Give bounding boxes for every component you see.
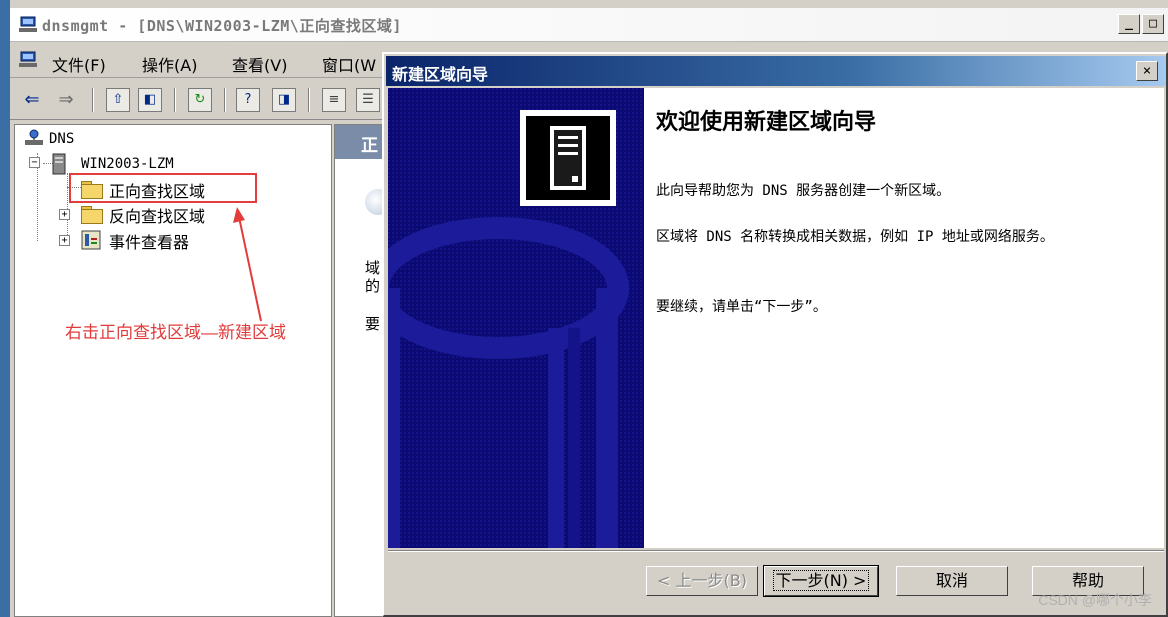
dns-app-icon xyxy=(19,16,37,32)
toolbar-separator xyxy=(308,88,310,112)
toolbar-separator xyxy=(92,88,94,112)
server-icon xyxy=(52,153,66,175)
menu-file[interactable]: 文件(F) xyxy=(52,52,106,76)
wizard-zone-description: 区域将 DNS 名称转换成相关数据，例如 IP 地址或网络服务。 xyxy=(656,229,1054,245)
toolbar-separator xyxy=(224,88,226,112)
result-text-3: 要 xyxy=(365,315,381,333)
wizard-banner-graphic xyxy=(388,88,644,548)
console-icon xyxy=(19,51,37,67)
properties-icon[interactable]: ◨ xyxy=(272,88,296,112)
list-icon[interactable]: ≡ xyxy=(322,88,346,112)
dns-manager-window: dnsmgmt - [DNS\WIN2003-LZM\正向查找区域] _ □ 文… xyxy=(0,0,1168,617)
watermark: CSDN @哪个小李 xyxy=(1038,592,1152,608)
minimize-button[interactable]: _ xyxy=(1118,14,1140,34)
wizard-footer-separator xyxy=(388,550,1164,552)
menu-view[interactable]: 查看(V) xyxy=(232,52,287,76)
annotation-text: 右击正向查找区域—新建区域 xyxy=(65,323,286,342)
details-icon[interactable]: ☰ xyxy=(356,88,380,112)
wizard-banner xyxy=(388,88,644,548)
back-button[interactable]: < 上一步(B) xyxy=(646,566,758,596)
wizard-intro-text: 此向导帮助您为 DNS 服务器创建一个新区域。 xyxy=(656,183,951,199)
tree-label-reverse-zone: 反向查找区域 xyxy=(109,207,206,226)
up-folder-icon[interactable]: ⇧ xyxy=(106,88,130,112)
tree-label-dns: DNS xyxy=(49,131,75,147)
restore-button[interactable]: □ xyxy=(1142,14,1164,34)
help-icon[interactable]: ? xyxy=(236,88,260,112)
forward-arrow-icon[interactable]: ⇒ xyxy=(54,88,78,112)
tree-label-server: WIN2003-LZM xyxy=(81,156,174,172)
highlight-box xyxy=(69,173,257,203)
wizard-continue-hint: 要继续，请单击“下一步”。 xyxy=(656,299,827,315)
toolbar-separator xyxy=(174,88,176,112)
cancel-button[interactable]: 取消 xyxy=(896,566,1008,596)
event-viewer-icon xyxy=(81,230,101,250)
event-viewer-expander[interactable]: + xyxy=(59,235,70,246)
desktop-strip xyxy=(0,0,10,617)
dns-node-icon xyxy=(25,129,43,145)
wizard-title-bar[interactable]: 新建区域向导 × xyxy=(386,56,1166,86)
wizard-title: 新建区域向导 xyxy=(392,65,489,84)
menu-window[interactable]: 窗口(W xyxy=(322,52,376,76)
reverse-zone-expander[interactable]: + xyxy=(59,209,70,220)
show-tree-icon[interactable]: ◧ xyxy=(138,88,162,112)
next-button[interactable]: 下一步(N) > xyxy=(763,565,879,597)
menu-action[interactable]: 操作(A) xyxy=(142,52,197,76)
wizard-content: 欢迎使用新建区域向导 此向导帮助您为 DNS 服务器创建一个新区域。 区域将 D… xyxy=(644,88,1164,548)
result-text-2: 的 xyxy=(365,277,381,295)
outer-window-title: dnsmgmt - [DNS\WIN2003-LZM\正向查找区域] xyxy=(42,17,402,35)
outer-title-bar[interactable]: dnsmgmt - [DNS\WIN2003-LZM\正向查找区域] _ □ xyxy=(10,8,1168,42)
folder-icon xyxy=(81,206,103,224)
tree-label-event-viewer: 事件查看器 xyxy=(109,233,190,252)
wizard-heading: 欢迎使用新建区域向导 xyxy=(656,110,877,135)
wizard-close-button[interactable]: × xyxy=(1136,61,1158,81)
annotation-arrow xyxy=(233,207,262,322)
refresh-icon[interactable]: ↻ xyxy=(188,88,212,112)
new-zone-wizard-dialog: 新建区域向导 × 欢迎使用新建区域向导 此向导帮助您为 DNS 服务器创建一个新… xyxy=(382,52,1168,617)
tree-connector xyxy=(67,173,68,239)
console-tree: DNS − WIN2003-LZM 正向查找区域 + 反向查找区域 + 事件查看… xyxy=(14,124,332,617)
next-button-label: 下一步(N) > xyxy=(772,570,870,591)
server-expander[interactable]: − xyxy=(29,157,40,168)
back-arrow-icon[interactable]: ⇐ xyxy=(20,88,44,112)
